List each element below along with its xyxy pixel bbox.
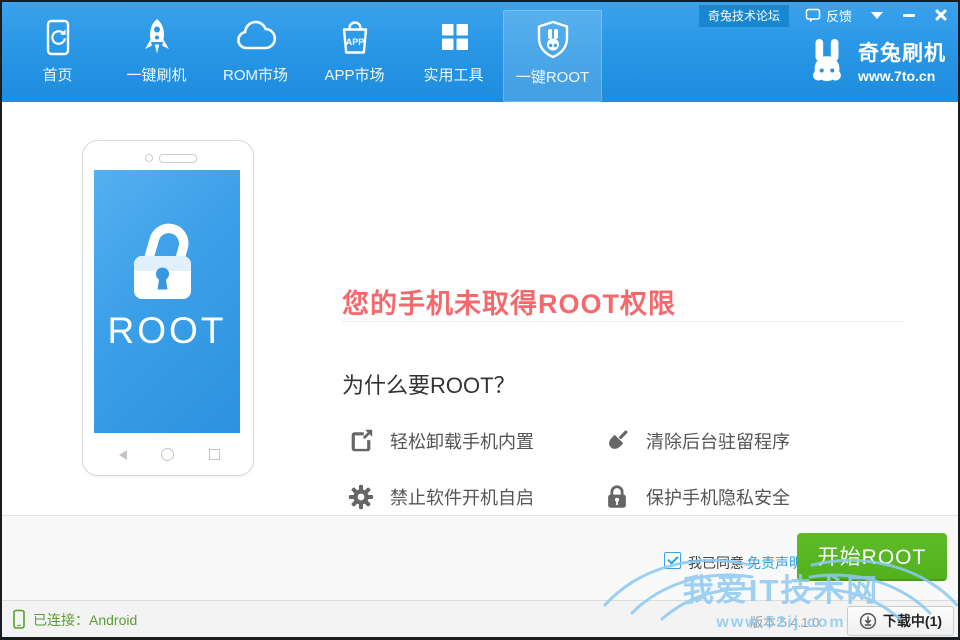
agree-checkbox[interactable] (664, 552, 681, 569)
download-manager-button[interactable]: 下载中(1) (847, 606, 954, 636)
nav-tabs: 首页 一键刷机 (8, 2, 602, 102)
gear-icon (346, 482, 376, 512)
feature-uninstall: 轻松卸载手机内置 (346, 426, 534, 456)
checkmark-icon (667, 553, 678, 564)
tab-app-market[interactable]: APP APP市场 (305, 2, 404, 102)
speech-bubble-icon (805, 7, 821, 23)
tab-root[interactable]: 一键ROOT (503, 10, 602, 102)
header: 首页 一键刷机 (2, 2, 958, 102)
feature-clean: 清除后台驻留程序 (602, 426, 790, 456)
phone-camera-icon (145, 154, 153, 162)
close-button[interactable] (924, 4, 958, 26)
phone-recent-icon (209, 449, 220, 460)
connected-phone-icon (12, 609, 26, 630)
phone-illustration: ROOT (82, 140, 254, 476)
rocket-icon (135, 15, 179, 61)
main-content: ROOT 您的手机未取得ROOT权限 为什么要ROOT？ 轻松卸载手机内置 (2, 102, 958, 515)
tab-rom-market-label: ROM市场 (223, 64, 288, 85)
feedback-label: 反馈 (826, 6, 852, 25)
tab-home-label: 首页 (42, 64, 72, 85)
download-icon (859, 612, 877, 630)
page-title: 您的手机未取得ROOT权限 (342, 282, 676, 321)
minimize-button[interactable] (894, 4, 924, 26)
cloud-icon (233, 15, 279, 61)
phone-home-icon (161, 448, 174, 461)
disclaimer-link[interactable]: 免责声明 (747, 553, 803, 573)
app-bag-icon-text: APP (345, 37, 364, 47)
home-refresh-icon (36, 15, 80, 61)
brush-icon (602, 426, 632, 456)
app-bag-icon: APP (333, 15, 377, 61)
grid-icon (432, 15, 476, 61)
tab-tools[interactable]: 实用工具 (404, 2, 503, 102)
tab-root-label: 一键ROOT (516, 66, 589, 87)
phone-back-icon (119, 450, 127, 460)
feature-label: 清除后台驻留程序 (646, 428, 790, 454)
minimize-icon (903, 14, 915, 17)
tab-rom-market[interactable]: ROM市场 (206, 2, 305, 102)
feature-label: 轻松卸载手机内置 (390, 428, 534, 454)
tab-tools-label: 实用工具 (423, 64, 483, 85)
connection-text: 已连接：Android (33, 610, 137, 630)
agreement-bar: 我已同意 免责声明 开始ROOT (2, 515, 958, 600)
shield-rabbit-icon (531, 17, 575, 63)
connection-status: 已连接：Android (12, 609, 137, 630)
caret-down-icon (871, 12, 883, 19)
status-bar: 已连接：Android 版本:5.4.1.0 下载中(1) (2, 600, 958, 639)
tab-app-market-label: APP市场 (324, 64, 384, 85)
feature-autostart: 禁止软件开机自启 (346, 482, 534, 512)
brand-url: www.7to.cn (858, 68, 946, 84)
open-padlock-icon (122, 214, 212, 309)
feature-label: 禁止软件开机自启 (390, 484, 534, 510)
start-root-button[interactable]: 开始ROOT (797, 533, 947, 581)
rabbit-logo-icon (804, 36, 850, 84)
brand-name: 奇兔刷机 (858, 37, 946, 67)
download-label: 下载中(1) (883, 611, 942, 631)
version-label: 版本:5.4.1.0 (750, 612, 819, 631)
tab-flash[interactable]: 一键刷机 (107, 2, 206, 102)
feedback-button[interactable]: 反馈 (805, 6, 852, 25)
brand-logo: 奇兔刷机 www.7to.cn (804, 36, 946, 84)
title-divider (342, 321, 904, 322)
window-controls: 奇兔技术论坛 反馈 (699, 2, 958, 28)
phone-nav-bar (83, 448, 253, 462)
why-root-heading: 为什么要ROOT？ (342, 368, 516, 400)
forum-link[interactable]: 奇兔技术论坛 (699, 5, 789, 27)
uninstall-icon (346, 426, 376, 456)
root-screen-label: ROOT (94, 310, 240, 352)
phone-speaker-icon (159, 154, 197, 163)
lock-icon (602, 482, 632, 512)
tab-home[interactable]: 首页 (8, 2, 107, 102)
tab-flash-label: 一键刷机 (126, 64, 186, 85)
feature-privacy: 保护手机隐私安全 (602, 482, 790, 512)
agree-label: 我已同意 (688, 553, 744, 573)
feature-label: 保护手机隐私安全 (646, 484, 790, 510)
phone-screen: ROOT (94, 170, 240, 433)
dropdown-menu-button[interactable] (860, 4, 894, 26)
app-window: 首页 一键刷机 (0, 0, 960, 640)
